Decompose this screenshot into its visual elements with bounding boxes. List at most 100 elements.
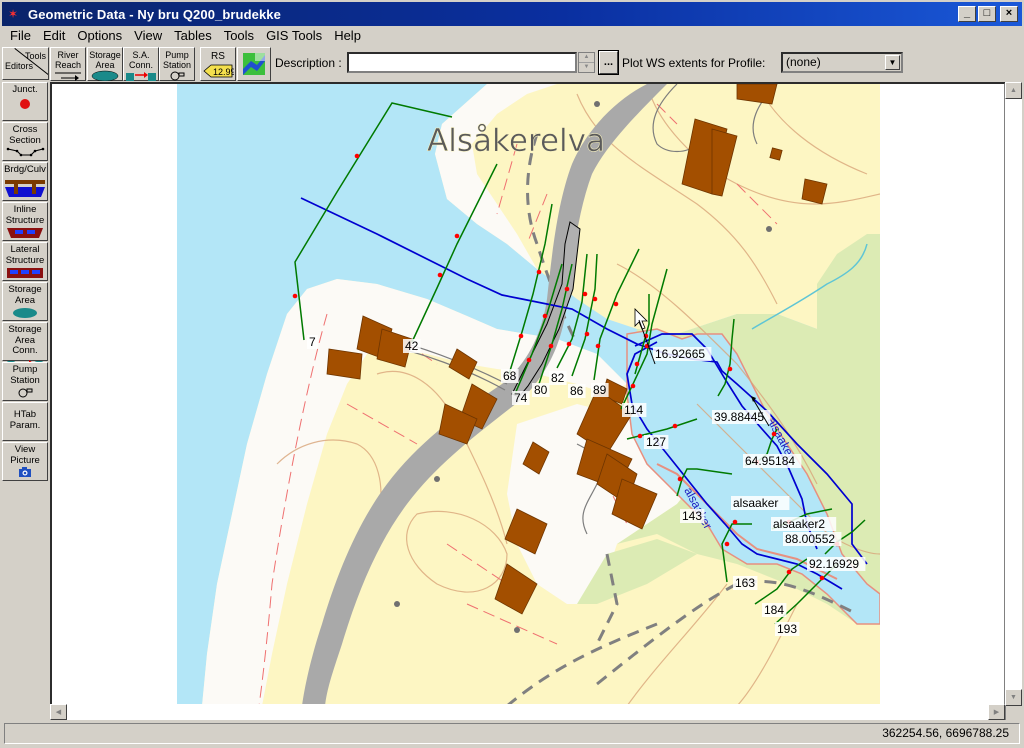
htab-param-editor-button[interactable]: HTab Param. (2, 402, 48, 441)
geometry-canvas[interactable]: Alsåkerelva alsaaker alsaaker 7 42 68 74 80 8… (50, 82, 1006, 720)
cross-section-station-label[interactable]: 114 (624, 403, 643, 417)
bank-station-point[interactable] (630, 383, 636, 389)
reach-name-label[interactable]: alsaaker2 (773, 517, 825, 531)
storage-area-editor-button[interactable]: Storage Area (2, 282, 48, 321)
bank-station-point[interactable] (677, 476, 683, 482)
app-icon[interactable]: ✶ (6, 7, 20, 21)
close-button[interactable]: × (1000, 6, 1018, 22)
scroll-right-button[interactable]: ▶ (988, 704, 1005, 720)
bank-station-point[interactable] (732, 519, 738, 525)
bank-station-point[interactable] (536, 269, 542, 275)
cross-section-station-label[interactable]: 7 (309, 335, 316, 349)
cross-section-station-label[interactable]: 74 (514, 391, 528, 405)
bank-station-point[interactable] (454, 233, 460, 239)
inline-structure-editor-button[interactable]: Inline Structure (2, 202, 48, 241)
menu-view[interactable]: View (128, 27, 168, 45)
bank-station-point[interactable] (592, 296, 598, 302)
river-reach-button[interactable]: River Reach (50, 47, 86, 81)
pump-station-tool-button[interactable]: Pump Station (159, 47, 195, 81)
background-map[interactable]: Alsåkerelva alsaaker alsaaker 7 42 68 74 80 8… (177, 84, 880, 706)
bank-station-point[interactable] (613, 301, 619, 307)
bank-station-point[interactable] (771, 431, 777, 437)
scroll-up-button[interactable]: ▲ (1005, 82, 1022, 99)
profile-select-value: (none) (786, 55, 821, 69)
lateral-structure-editor-button[interactable]: Lateral Structure (2, 242, 48, 281)
storage-area-tool-button[interactable]: Storage Area (87, 47, 123, 82)
profile-select[interactable]: (none) ▼ (781, 52, 903, 73)
horizontal-scrollbar[interactable]: ◀ ▶ (50, 704, 1005, 720)
reach-name-label[interactable]: alsaaker (733, 496, 778, 510)
bank-station-point[interactable] (518, 333, 524, 339)
vertical-scrollbar[interactable]: ▲ ▼ (1005, 82, 1022, 706)
bank-station-point[interactable] (542, 313, 548, 319)
bank-station-point[interactable] (548, 343, 554, 349)
cross-section-station-label[interactable]: 92.16929 (809, 557, 859, 571)
bank-station-point[interactable] (566, 341, 572, 347)
river-station-button[interactable]: RS 12.99 (200, 47, 236, 81)
window-title: Geometric Data - Ny bru Q200_brudekke (28, 6, 281, 22)
maximize-button[interactable]: □ (978, 6, 996, 22)
cross-section-station-label[interactable]: 82 (551, 371, 565, 385)
cross-section-editor-button[interactable]: Cross Section (2, 122, 48, 161)
sa-connection-icon (126, 72, 156, 81)
cross-section-station-label[interactable]: 88.00552 (785, 532, 835, 546)
bridge-culvert-icon (5, 179, 45, 197)
bank-station-point[interactable] (437, 272, 443, 278)
minimize-button[interactable]: _ (958, 6, 976, 22)
bank-station-point[interactable] (354, 153, 360, 159)
spin-down-icon[interactable]: ▼ (579, 63, 594, 73)
description-spinner[interactable]: ▲ ▼ (578, 52, 595, 73)
spin-up-icon[interactable]: ▲ (579, 53, 594, 63)
bank-station-point[interactable] (564, 286, 570, 292)
bank-station-point[interactable] (526, 357, 532, 363)
bank-station-point[interactable] (595, 343, 601, 349)
cross-section-station-label[interactable]: 39.88445 (714, 410, 764, 424)
description-input[interactable] (347, 52, 577, 73)
menu-help[interactable]: Help (328, 27, 367, 45)
menu-edit[interactable]: Edit (37, 27, 71, 45)
description-ellipsis-button[interactable]: ... (598, 50, 619, 75)
status-bar: 362254.56, 6696788.25 (4, 723, 1020, 744)
tools-editors-header: Tools Editors (2, 47, 49, 80)
cross-section-station-label[interactable]: 127 (646, 435, 666, 449)
cross-section-station-label[interactable]: 193 (777, 622, 797, 636)
cross-section-station-label[interactable]: 42 (405, 339, 419, 353)
menu-tables[interactable]: Tables (168, 27, 218, 45)
junction-editor-button[interactable]: Junct. (2, 82, 48, 121)
cross-section-station-label[interactable]: 16.92665 (655, 347, 705, 361)
bank-station-point[interactable] (724, 541, 730, 547)
menu-options[interactable]: Options (71, 27, 128, 45)
bank-station-point[interactable] (637, 433, 643, 439)
junction-icon (20, 98, 30, 109)
chevron-down-icon[interactable]: ▼ (885, 55, 900, 70)
scroll-down-button[interactable]: ▼ (1005, 689, 1022, 706)
cross-section-station-label[interactable]: 184 (764, 603, 784, 617)
bank-station-point[interactable] (292, 293, 298, 299)
cross-section-station-label[interactable]: 64.95184 (745, 454, 795, 468)
bank-station-point[interactable] (584, 331, 590, 337)
cursor-coordinates: 362254.56, 6696788.25 (882, 726, 1009, 740)
sa-connection-tool-button[interactable]: S.A. Conn. (123, 47, 159, 81)
bank-station-point[interactable] (819, 575, 825, 581)
menu-tools[interactable]: Tools (218, 27, 260, 45)
cross-section-station-label[interactable]: 143 (682, 509, 702, 523)
gis-map-button[interactable] (237, 47, 271, 81)
cross-section-station-label[interactable]: 86 (570, 384, 584, 398)
bank-station-point[interactable] (634, 361, 640, 367)
bridge-culvert-editor-button[interactable]: Brdg/Culv (2, 162, 48, 201)
bank-station-point[interactable] (672, 423, 678, 429)
scroll-left-button[interactable]: ◀ (50, 704, 67, 720)
bank-station-point[interactable] (786, 569, 792, 575)
storage-area-connection-editor-button[interactable]: Storage Area Conn. (2, 322, 48, 370)
storage-area-icon (13, 308, 37, 318)
cross-section-station-label[interactable]: 89 (593, 383, 607, 397)
cross-section-station-label[interactable]: 68 (503, 369, 517, 383)
bank-station-point[interactable] (582, 291, 588, 297)
menu-file[interactable]: File (4, 27, 37, 45)
view-picture-editor-button[interactable]: View Picture (2, 442, 48, 481)
pump-station-editor-button[interactable]: Pump Station (2, 362, 48, 401)
bank-station-point[interactable] (727, 366, 733, 372)
cross-section-station-label[interactable]: 163 (735, 576, 755, 590)
menu-gis-tools[interactable]: GIS Tools (260, 27, 328, 45)
cross-section-station-label[interactable]: 80 (534, 383, 548, 397)
